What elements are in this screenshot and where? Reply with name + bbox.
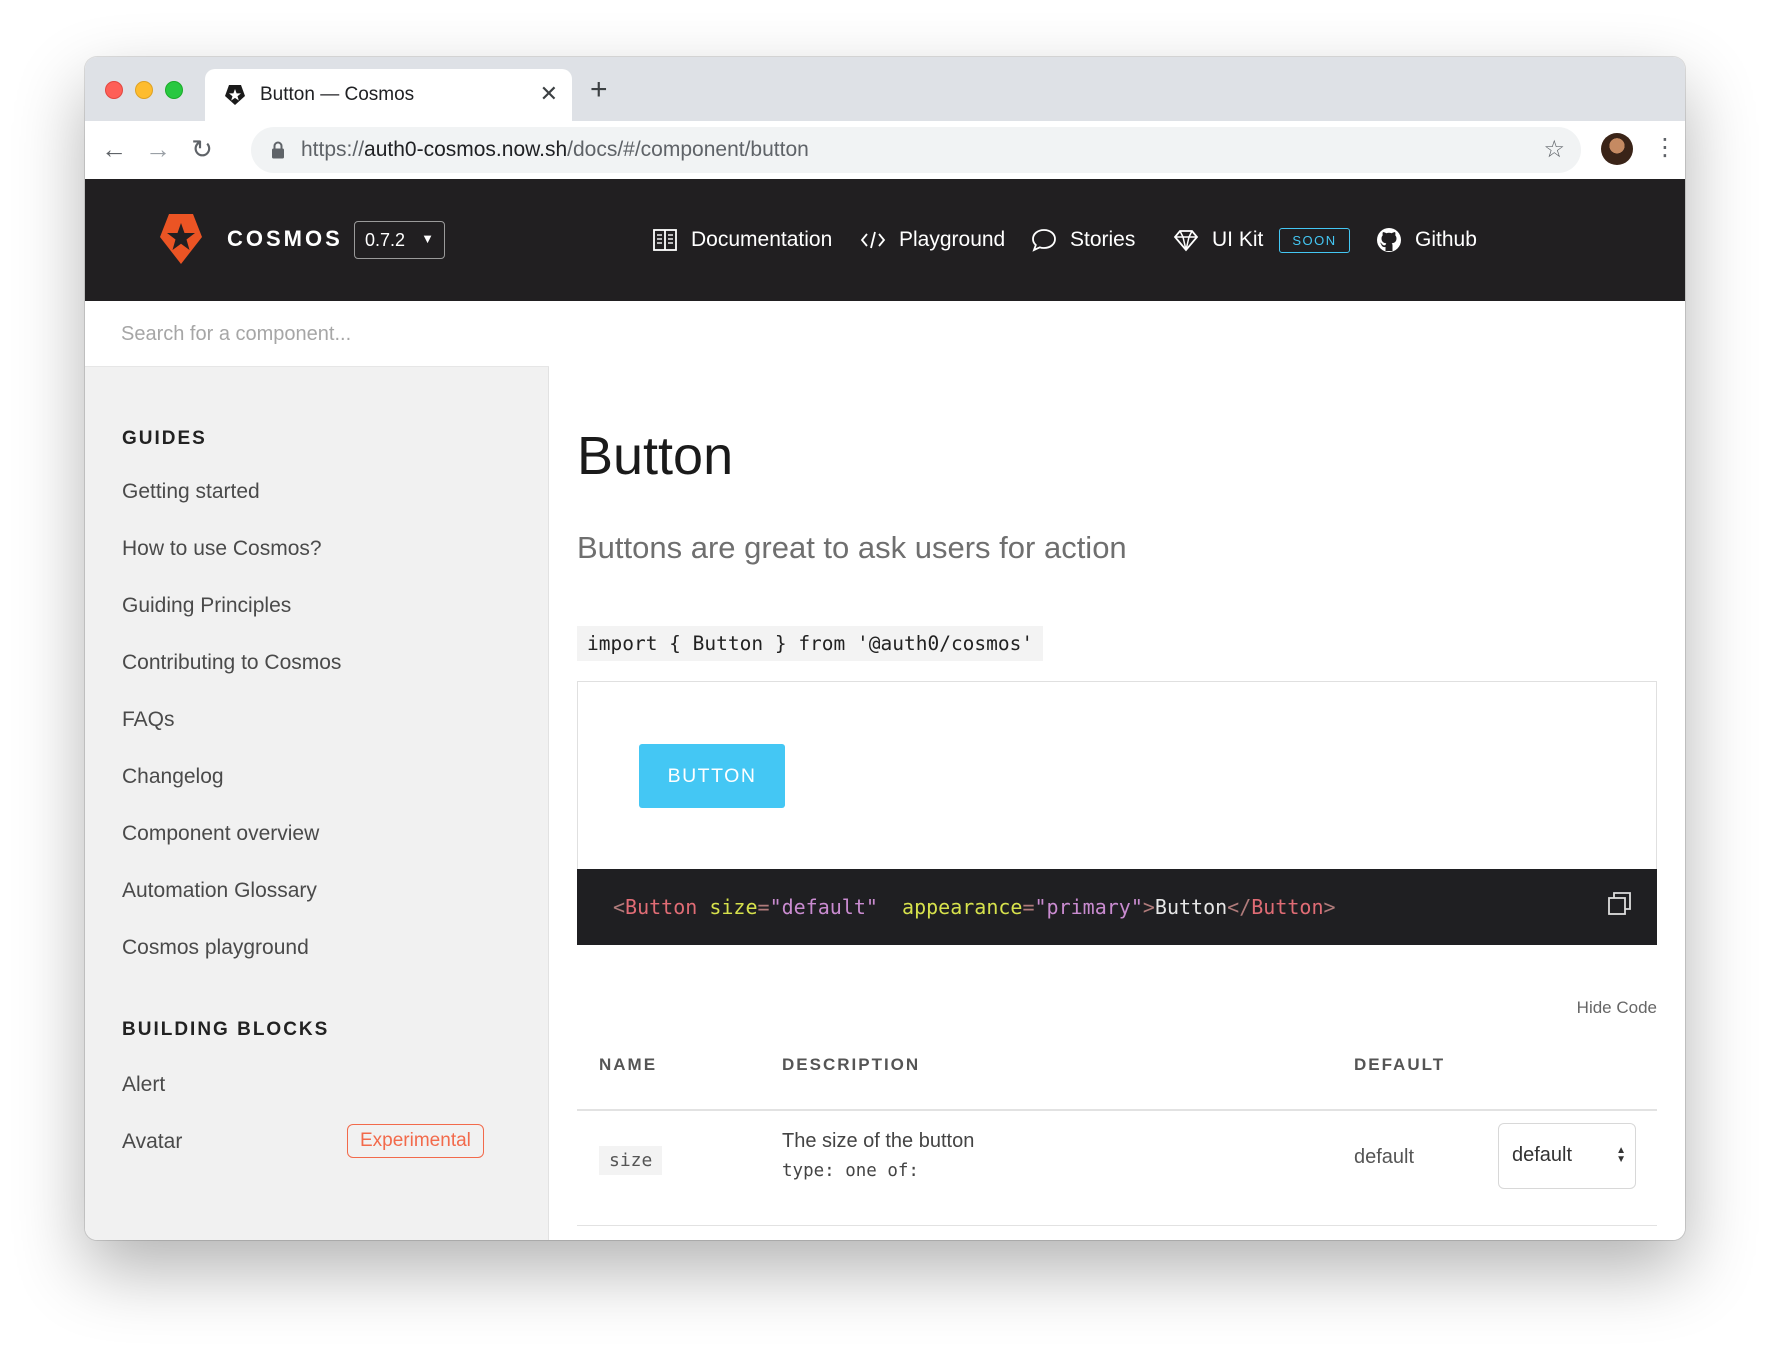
url-scheme: https:// — [301, 138, 365, 161]
github-icon — [1377, 228, 1401, 252]
browser-window: Button — Cosmos ✕ + ← → ↻ https://auth0-… — [85, 57, 1685, 1240]
prop-default: default — [1354, 1146, 1415, 1168]
close-window-button[interactable] — [105, 81, 123, 99]
url-text: https://auth0-cosmos.now.sh/docs/#/compo… — [301, 138, 809, 162]
book-icon — [653, 229, 677, 251]
nav-github-label: Github — [1415, 228, 1477, 251]
forward-icon[interactable]: → — [143, 135, 173, 165]
component-preview: BUTTON — [577, 681, 1657, 869]
minimize-window-button[interactable] — [135, 81, 153, 99]
brand-name[interactable]: COSMOS — [227, 226, 343, 252]
sidebar-item-cosmos-playground[interactable]: Cosmos playground — [122, 936, 309, 960]
demo-button[interactable]: BUTTON — [639, 744, 785, 808]
reload-icon[interactable]: ↻ — [187, 135, 217, 165]
nav-documentation[interactable]: Documentation — [651, 223, 832, 257]
prop-type: type: one of: — [782, 1161, 919, 1181]
version-value: 0.7.2 — [365, 230, 406, 250]
code-token: = — [1022, 895, 1035, 919]
bookmark-star-icon[interactable]: ☆ — [1543, 135, 1565, 164]
browser-toolbar: ← → ↻ https://auth0-cosmos.now.sh/docs/#… — [85, 121, 1685, 179]
import-snippet: import { Button } from '@auth0/cosmos' — [577, 626, 1044, 661]
diamond-icon — [1173, 230, 1199, 252]
copy-icon[interactable] — [1607, 891, 1633, 917]
component-search — [85, 301, 549, 367]
code-icon — [860, 231, 886, 249]
auth0-favicon-icon — [225, 85, 245, 105]
chat-bubble-icon — [1032, 229, 1056, 252]
maximize-window-button[interactable] — [165, 81, 183, 99]
version-select[interactable]: 0.7.2 ▼ — [354, 221, 445, 259]
code-token: Button — [625, 895, 698, 919]
table-divider — [577, 1225, 1657, 1226]
sidebar-item-contributing[interactable]: Contributing to Cosmos — [122, 651, 341, 675]
caret-down-icon: ▼ — [421, 231, 434, 246]
prop-description: The size of the button — [782, 1130, 975, 1152]
sidebar-item-alert[interactable]: Alert — [122, 1073, 165, 1097]
code-token: < — [613, 895, 626, 919]
code-token: > — [1142, 895, 1155, 919]
auth0-logo-icon — [160, 214, 202, 264]
url-path: /docs/#/component/button — [567, 138, 809, 161]
tab-title: Button — Cosmos — [260, 84, 415, 105]
sidebar: GUIDES Getting started How to use Cosmos… — [85, 301, 549, 1240]
new-tab-button[interactable]: + — [590, 75, 608, 105]
hide-code-link[interactable]: Hide Code — [1577, 998, 1657, 1018]
profile-avatar[interactable] — [1601, 133, 1633, 165]
code-line: <Button size="default" appearance="prima… — [613, 895, 1336, 919]
table-divider — [577, 1109, 1657, 1111]
experimental-badge: Experimental — [347, 1124, 484, 1158]
nav-playground-label: Playground — [899, 228, 1006, 251]
sidebar-item-automation-glossary[interactable]: Automation Glossary — [122, 879, 317, 903]
back-icon[interactable]: ← — [99, 135, 129, 165]
prop-value-select[interactable]: default ▲ ▼ — [1498, 1123, 1636, 1189]
page-title: Button — [577, 426, 734, 486]
sidebar-item-component-overview[interactable]: Component overview — [122, 822, 319, 846]
url-host: auth0-cosmos.now.sh — [364, 138, 568, 161]
section-title-guides: GUIDES — [122, 428, 207, 449]
code-token: Button — [1154, 895, 1228, 919]
section-title-building-blocks: BUILDING BLOCKS — [122, 1019, 330, 1040]
column-header-description: DESCRIPTION — [782, 1055, 921, 1074]
nav-playground[interactable]: Playground — [859, 223, 1005, 257]
nav-stories[interactable]: Stories — [1030, 223, 1135, 257]
tab-close-icon[interactable]: ✕ — [540, 81, 558, 107]
column-header-name: NAME — [599, 1055, 658, 1074]
soon-badge: SOON — [1279, 227, 1350, 253]
sidebar-item-getting-started[interactable]: Getting started — [122, 480, 260, 504]
prop-name: size — [599, 1146, 663, 1175]
code-token: appearance — [902, 895, 1023, 919]
code-token: = — [757, 895, 770, 919]
nav-documentation-label: Documentation — [691, 228, 833, 251]
column-header-default: DEFAULT — [1354, 1055, 1446, 1074]
lock-icon — [272, 141, 284, 159]
code-token: > — [1323, 895, 1336, 919]
sidebar-item-how-to-use[interactable]: How to use Cosmos? — [122, 537, 322, 561]
code-block: <Button size="default" appearance="prima… — [577, 869, 1657, 945]
code-token: "default" — [769, 895, 878, 919]
page-description: Buttons are great to ask users for actio… — [577, 530, 1127, 565]
search-input[interactable] — [121, 319, 501, 349]
nav-stories-label: Stories — [1070, 228, 1136, 251]
sidebar-item-avatar[interactable]: Avatar — [122, 1130, 182, 1154]
main-content: Button Buttons are great to ask users fo… — [549, 301, 1685, 1240]
browser-menu-icon[interactable]: ⋮ — [1653, 133, 1677, 163]
nav-ui-kit-label: UI Kit — [1212, 228, 1264, 251]
tab-strip: Button — Cosmos ✕ + — [85, 57, 1685, 121]
sidebar-item-faqs[interactable]: FAQs — [122, 708, 175, 732]
address-bar[interactable]: https://auth0-cosmos.now.sh/docs/#/compo… — [251, 127, 1581, 173]
code-token: </ — [1227, 895, 1252, 919]
nav-ui-kit[interactable]: UI Kit SOON — [1172, 223, 1350, 257]
select-arrows-icon: ▲ ▼ — [1616, 1145, 1626, 1165]
prop-select-value: default — [1512, 1144, 1573, 1166]
site-header: COSMOS 0.7.2 ▼ Documentation Playground … — [85, 179, 1685, 301]
code-token: size — [709, 895, 758, 919]
browser-tab[interactable]: Button — Cosmos ✕ — [205, 69, 572, 121]
sidebar-item-guiding-principles[interactable]: Guiding Principles — [122, 594, 291, 618]
sidebar-item-changelog[interactable]: Changelog — [122, 765, 224, 789]
code-token: Button — [1251, 895, 1324, 919]
code-token: "primary" — [1034, 895, 1143, 919]
nav-github[interactable]: Github — [1375, 223, 1477, 257]
